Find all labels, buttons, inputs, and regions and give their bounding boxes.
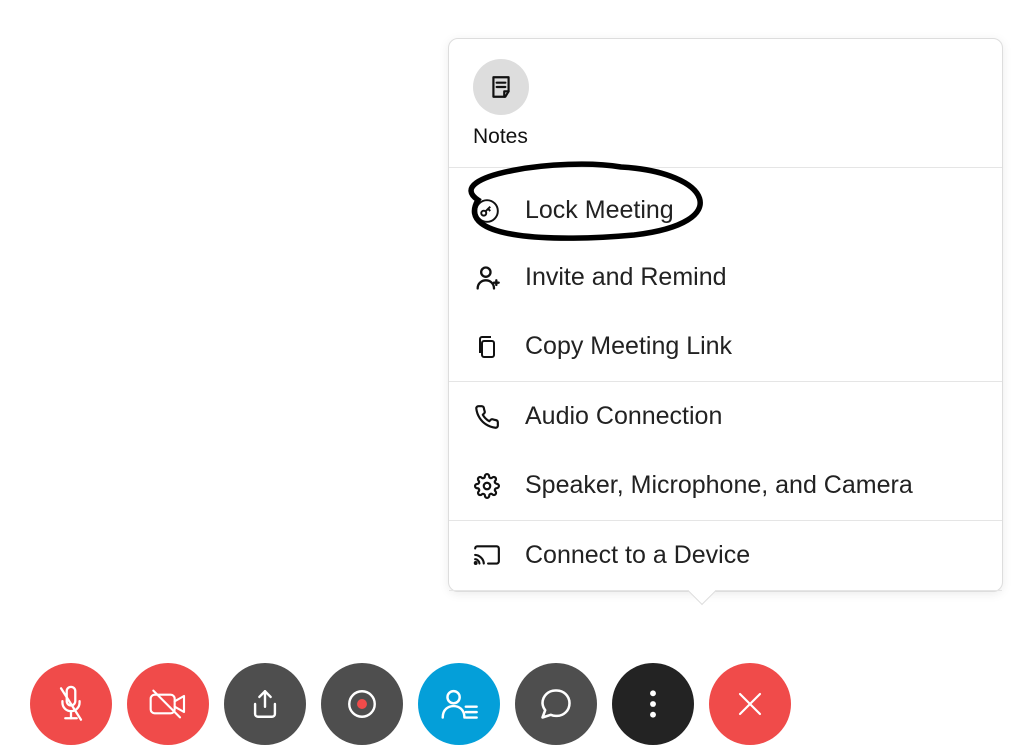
notes-label: Notes (473, 125, 528, 149)
notes-button[interactable]: Notes (473, 59, 978, 149)
participants-icon (440, 687, 478, 721)
notes-icon-circle (473, 59, 529, 115)
menu-item-copy-link[interactable]: Copy Meeting Link (449, 312, 1002, 381)
phone-icon (473, 403, 501, 431)
menu-item-label: Speaker, Microphone, and Camera (525, 471, 913, 500)
menu-section-1: Lock Meeting Invite and Remind (449, 168, 1002, 382)
menu-item-label: Connect to a Device (525, 541, 750, 570)
menu-item-speaker-mic-camera[interactable]: Speaker, Microphone, and Camera (449, 451, 1002, 520)
more-icon (648, 688, 658, 720)
stop-video-button[interactable] (127, 663, 209, 745)
copy-icon (473, 333, 501, 361)
record-button[interactable] (321, 663, 403, 745)
gear-icon (473, 472, 501, 500)
mic-off-icon (53, 684, 89, 724)
close-icon (735, 689, 765, 719)
menu-item-connect-device[interactable]: Connect to a Device (449, 521, 1002, 590)
cast-icon (473, 542, 501, 570)
popup-header: Notes (449, 39, 1002, 168)
menu-item-label: Invite and Remind (525, 263, 727, 292)
camera-off-icon (148, 688, 188, 720)
menu-item-lock-meeting[interactable]: Lock Meeting (449, 168, 1002, 243)
menu-item-label: Lock Meeting (525, 196, 674, 225)
menu-section-3: Connect to a Device (449, 521, 1002, 591)
person-plus-icon (473, 264, 501, 292)
chat-button[interactable] (515, 663, 597, 745)
record-icon (345, 687, 379, 721)
mute-button[interactable] (30, 663, 112, 745)
leave-button[interactable] (709, 663, 791, 745)
menu-item-invite-remind[interactable]: Invite and Remind (449, 243, 1002, 312)
menu-item-label: Audio Connection (525, 402, 722, 431)
participants-button[interactable] (418, 663, 500, 745)
notes-icon (488, 74, 514, 100)
more-options-popup: Notes Lock Meeting (448, 38, 1003, 592)
chat-icon (538, 686, 574, 722)
more-options-button[interactable] (612, 663, 694, 745)
menu-section-2: Audio Connection Speaker, Microphone, an… (449, 382, 1002, 521)
share-icon (248, 687, 282, 721)
menu-item-label: Copy Meeting Link (525, 332, 732, 361)
meeting-toolbar (30, 663, 791, 745)
key-icon (473, 197, 501, 225)
share-button[interactable] (224, 663, 306, 745)
menu-item-audio-connection[interactable]: Audio Connection (449, 382, 1002, 451)
